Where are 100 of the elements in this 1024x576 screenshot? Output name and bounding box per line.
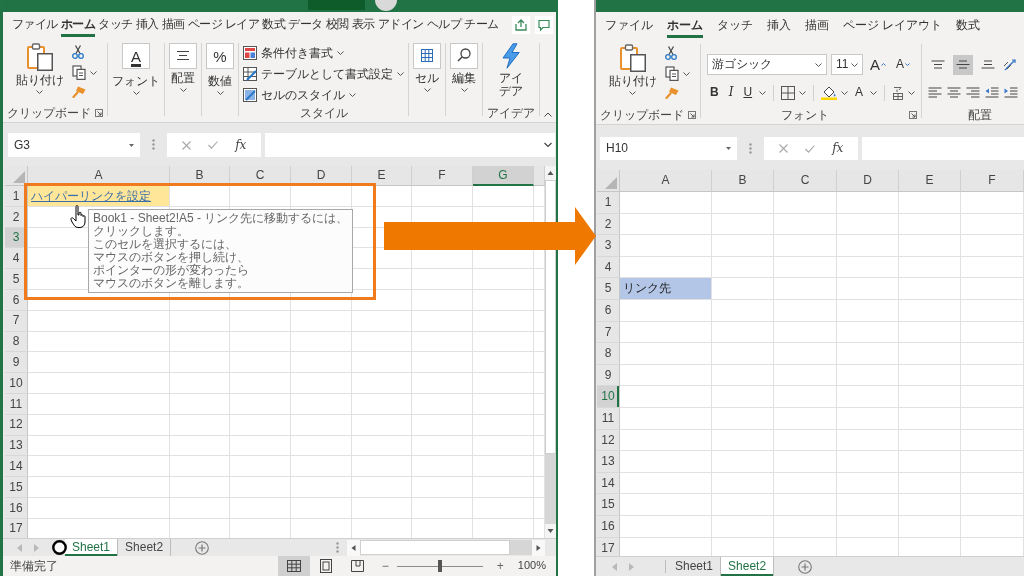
caret-icon[interactable] [759, 90, 767, 95]
name-box[interactable]: H10 [600, 137, 737, 160]
insert-function-button[interactable]: fx [235, 137, 247, 153]
caret-icon[interactable] [799, 90, 807, 95]
column-header[interactable]: A [620, 170, 712, 192]
column-header[interactable]: B [712, 170, 774, 192]
row-header[interactable]: 9 [5, 352, 28, 374]
ribbon-tab[interactable]: 校閲 [325, 12, 349, 37]
row-header[interactable]: 7 [5, 310, 28, 332]
caret-icon[interactable] [629, 91, 636, 95]
dropdown-icon[interactable] [726, 147, 731, 150]
row-header[interactable]: 9 [597, 364, 620, 387]
column-header[interactable]: C [774, 170, 837, 192]
column-header[interactable]: A [28, 166, 170, 186]
ribbon-tab[interactable]: 挿入 [767, 12, 791, 38]
row-header[interactable]: 4 [5, 248, 28, 270]
ribbon-tab[interactable]: 数式 [956, 12, 981, 38]
borders-icon[interactable] [781, 85, 796, 100]
conditional-formatting-button[interactable]: 条件付き書式 [243, 43, 344, 63]
column-header[interactable]: E [899, 170, 961, 192]
row-header[interactable]: 1 [597, 192, 620, 214]
increase-indent-icon[interactable] [1004, 87, 1019, 98]
caret-icon[interactable] [179, 88, 187, 92]
ribbon-tab[interactable]: ページ レイアウト [843, 12, 943, 38]
check-icon[interactable] [804, 144, 815, 153]
row-header[interactable]: 10 [5, 373, 28, 394]
number-format-button[interactable]: % 数値 [206, 41, 234, 95]
plus-circle-icon[interactable] [798, 559, 813, 574]
ribbon-tab[interactable]: 描画 [805, 12, 829, 38]
bold-button[interactable]: B [707, 82, 722, 103]
row-header[interactable]: 11 [597, 407, 620, 430]
plus-circle-icon[interactable] [195, 540, 210, 555]
paste-button[interactable]: 貼り付け [15, 41, 64, 94]
caret-icon[interactable] [423, 88, 431, 92]
caret-icon[interactable] [397, 72, 404, 76]
caret-icon[interactable] [337, 51, 344, 55]
normal-view-button[interactable] [277, 556, 310, 576]
name-box[interactable]: G3 [8, 133, 140, 157]
font-name-combo[interactable]: 游ゴシック [707, 54, 827, 75]
caret-icon[interactable] [132, 91, 140, 95]
row-header[interactable]: 2 [597, 213, 620, 236]
column-header[interactable]: D [837, 170, 899, 192]
check-icon[interactable] [207, 141, 218, 149]
ribbon-tab[interactable]: ファイル [605, 12, 653, 38]
column-header[interactable]: C [230, 166, 291, 186]
ribbon-tab[interactable]: チーム [464, 12, 499, 37]
row-header[interactable]: 15 [5, 477, 28, 498]
paint-bucket-icon[interactable] [821, 85, 838, 100]
caret-icon[interactable] [460, 88, 468, 92]
caret-icon[interactable] [36, 90, 43, 94]
decrease-indent-icon[interactable] [985, 87, 1000, 98]
column-header[interactable]: F [961, 170, 1024, 192]
caret-icon[interactable] [841, 90, 849, 95]
ribbon-tab[interactable]: アドイン [377, 12, 424, 37]
ribbon-tab[interactable]: 数式 [262, 12, 286, 37]
ribbon-tab[interactable]: タッチ [717, 12, 753, 38]
ribbon-tab[interactable]: データ [288, 12, 323, 37]
row-header[interactable]: 12 [597, 429, 620, 452]
vertical-scrollbar[interactable] [545, 180, 556, 524]
row-header[interactable]: 13 [597, 451, 620, 473]
caret-icon[interactable] [682, 71, 690, 76]
row-header[interactable]: 3 [597, 235, 620, 257]
cells-button[interactable]: セル [413, 41, 441, 92]
format-as-table-button[interactable]: テーブルとして書式設定 [243, 64, 404, 84]
row-header[interactable]: 14 [5, 456, 28, 478]
share-icon[interactable] [512, 15, 530, 34]
scissors-icon[interactable] [71, 45, 84, 59]
ribbon-tab[interactable]: 挿入 [135, 12, 159, 37]
collapse-icon[interactable] [544, 112, 552, 117]
paste-button[interactable]: 貼り付け [608, 42, 657, 95]
font-color-button[interactable]: A [852, 82, 867, 103]
search-field[interactable] [308, 0, 365, 10]
dialog-launcher-icon[interactable] [909, 111, 918, 119]
shrink-font-button[interactable]: A [893, 54, 914, 75]
font-size-combo[interactable]: 11 [831, 54, 863, 75]
row-header[interactable]: 10 [597, 386, 620, 408]
dropdown-icon[interactable] [129, 143, 134, 147]
row-header[interactable]: 15 [597, 494, 620, 516]
ribbon-tab[interactable]: ヘルプ [426, 12, 462, 37]
column-header[interactable]: G [473, 166, 534, 186]
caret-icon[interactable] [908, 90, 916, 95]
column-header[interactable]: F [412, 166, 473, 186]
ribbon-tab[interactable]: ページ レイア [187, 12, 260, 37]
column-header[interactable]: D [291, 166, 352, 186]
italic-button[interactable]: I [725, 82, 737, 103]
row-header[interactable]: 13 [5, 435, 28, 457]
zoom-in-button[interactable]: + [494, 558, 506, 574]
row-header[interactable]: 16 [597, 515, 620, 538]
row-header[interactable]: 6 [597, 299, 620, 322]
row-header[interactable]: 5 [5, 269, 28, 290]
row-header[interactable]: 1 [5, 186, 28, 207]
row-header[interactable]: 5 [597, 278, 620, 300]
caret-icon[interactable] [349, 93, 356, 97]
ribbon-tab[interactable]: 表示 [351, 12, 375, 37]
align-middle-button[interactable] [953, 54, 974, 75]
row-header[interactable]: 8 [5, 331, 28, 353]
caret-icon[interactable] [216, 91, 224, 95]
sheet-tab[interactable]: Sheet2 [721, 557, 775, 576]
dialog-launcher-icon[interactable] [688, 111, 696, 119]
row-header[interactable]: 16 [5, 497, 28, 519]
